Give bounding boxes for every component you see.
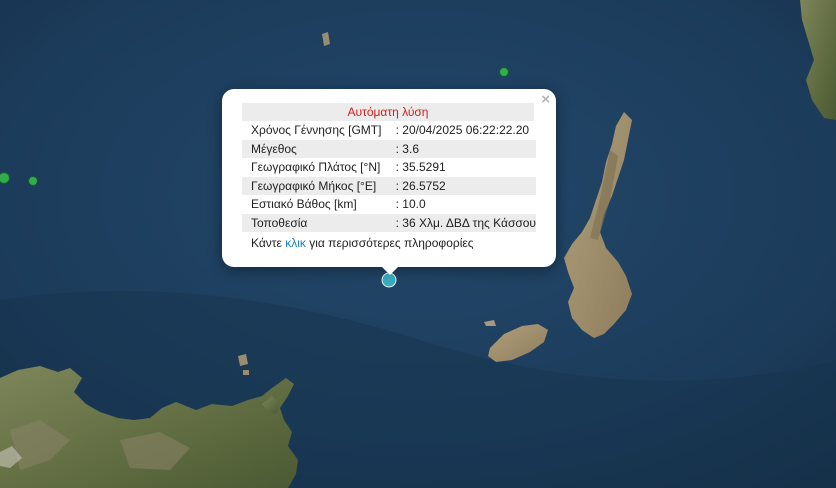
quake-marker[interactable] (499, 67, 509, 77)
table-row: Τοποθεσία : 36 Χλμ. ΔΒΔ της Κάσσου (242, 213, 536, 232)
selected-quake-marker[interactable] (381, 272, 397, 288)
table-row: Εστιακό Βάθος [km] : 10.0 (242, 195, 536, 214)
row-label: Γεωγραφικό Μήκος [°E] (242, 176, 395, 195)
row-value: : 36 Χλμ. ΔΒΔ της Κάσσου (394, 213, 536, 232)
row-label: Χρόνος Γέννησης [GMT] (251, 123, 382, 138)
table-row: Γεωγραφικό Μήκος [°E] : 26.5752 (242, 176, 536, 195)
table-row: Χρόνος Γέννησης [GMT] : 20/04/2025 06:22… (242, 121, 536, 140)
row-label: Γεωγραφικό Πλάτος [°N] (251, 160, 381, 175)
row-value: : 26.5752 (394, 176, 536, 195)
row-value: : 10.0 (395, 197, 426, 212)
table-row: Μέγεθος : 3.6 (242, 139, 536, 158)
row-label: Εστιακό Βάθος [km] (251, 197, 357, 212)
close-icon[interactable]: × (541, 92, 550, 108)
earthquake-info-popup: × Αυτόματη λύση Χρόνος Γέννησης [GMT] : … (222, 89, 556, 267)
more-info-prefix: Κάντε (251, 236, 286, 250)
row-value: : 3.6 (394, 139, 536, 158)
more-info-link[interactable]: κλικ (285, 236, 306, 250)
more-info-suffix: για περισσότερες πληροφορίες (305, 236, 474, 250)
row-value: : 35.5291 (395, 160, 446, 175)
row-label: Τοποθεσία (242, 213, 395, 232)
row-value: : 20/04/2025 06:22:22.20 (395, 123, 530, 138)
table-row: Γεωγραφικό Πλάτος [°N] : 35.5291 (242, 158, 536, 177)
more-info-text: Κάντε κλικ για περισσότερες πληροφορίες (251, 236, 474, 250)
islet-south-2 (243, 370, 249, 375)
quake-marker[interactable] (28, 176, 38, 186)
quake-marker[interactable] (0, 172, 10, 184)
quake-details-table: Χρόνος Γέννησης [GMT] : 20/04/2025 06:22… (242, 121, 536, 232)
row-label: Μέγεθος (242, 139, 395, 158)
popup-pointer (380, 265, 400, 275)
popup-title: Αυτόματη λύση (242, 103, 534, 121)
